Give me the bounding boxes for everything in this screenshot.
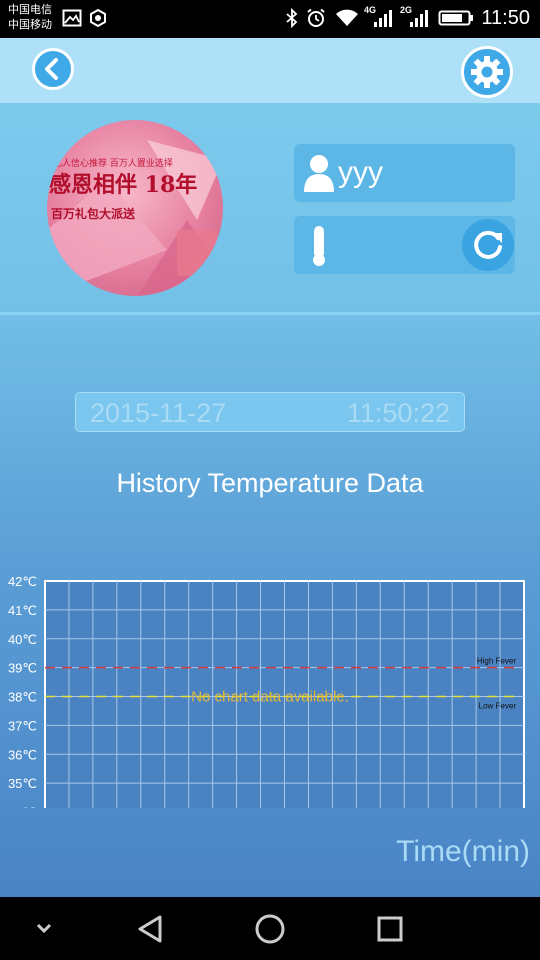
navigation-bar <box>0 897 540 960</box>
settings-button[interactable] <box>461 46 513 98</box>
signal-icon-1 <box>372 8 394 28</box>
home-circle-icon[interactable] <box>255 914 285 944</box>
y-tick-label: 34℃ <box>8 805 37 808</box>
banner-line-3: 百万礼包大派送 <box>51 206 136 221</box>
status-time: 11:50 <box>481 7 530 29</box>
banner-line-1: 亿人信心推荐 百万人置业选择 <box>53 157 173 169</box>
refresh-icon <box>474 230 502 259</box>
chart-svg: 42℃41℃40℃39℃38℃37℃36℃35℃34℃11:5011:5111:… <box>8 574 525 837</box>
banner-line-2: 感恩相伴 18年 <box>49 172 197 198</box>
y-tick-label: 35℃ <box>8 776 37 791</box>
chevron-down-icon[interactable] <box>36 923 52 934</box>
y-tick-label: 38℃ <box>8 690 37 705</box>
avatar[interactable]: 亿人信心推荐 百万人置业选择 感恩相伴 18年 百万礼包大派送 <box>47 120 223 296</box>
signal-icon-2 <box>408 8 430 28</box>
bluetooth-icon <box>282 7 302 29</box>
y-tick-label: 42℃ <box>8 574 37 589</box>
app-screen: 亿人信心推荐 百万人置业选择 感恩相伴 18年 百万礼包大派送 yyy 2015… <box>0 38 540 897</box>
date-value: 2015-11-27 <box>90 398 227 428</box>
y-tick-label: 40℃ <box>8 632 37 647</box>
limit-line-label: High Fever <box>477 657 516 666</box>
time-value: 11:50:22 <box>346 398 450 428</box>
alarm-icon <box>306 8 326 28</box>
user-name-value: yyy <box>338 156 383 189</box>
empty-chart-message: No chart data available. <box>191 689 349 706</box>
carrier-labels: 中国电信 中国移动 <box>8 2 52 32</box>
top-bar <box>0 38 540 103</box>
refresh-button[interactable] <box>462 219 514 271</box>
chevron-left-icon <box>45 58 58 80</box>
back-button[interactable] <box>32 48 74 90</box>
image-icon <box>62 8 82 28</box>
section-divider <box>0 312 540 315</box>
user-name-field[interactable]: yyy <box>294 144 515 202</box>
recents-square-icon[interactable] <box>377 916 403 942</box>
limit-line-label: Low Fever <box>479 702 517 711</box>
datetime-display: 2015-11-27 11:50:22 <box>75 392 465 432</box>
x-axis-title: Time(min) <box>396 835 530 868</box>
shield-app-icon <box>88 8 108 28</box>
y-tick-label: 36℃ <box>8 747 37 762</box>
status-bar: 中国电信 中国移动 4G 2G 11:50 <box>0 0 540 38</box>
chart-title: History Temperature Data <box>116 468 424 498</box>
carrier-2: 中国移动 <box>8 18 52 31</box>
person-icon <box>304 155 334 192</box>
gear-icon <box>471 56 503 88</box>
y-tick-label: 41℃ <box>8 603 37 618</box>
thermometer-icon <box>313 226 325 266</box>
carrier-1: 中国电信 <box>8 3 52 16</box>
wifi-icon <box>334 8 360 28</box>
y-tick-label: 37℃ <box>8 718 37 733</box>
back-triangle-icon[interactable] <box>138 915 162 943</box>
temperature-field <box>294 216 515 274</box>
temperature-chart: 42℃41℃40℃39℃38℃37℃36℃35℃34℃11:5011:5111:… <box>0 528 540 837</box>
battery-icon <box>438 8 474 28</box>
y-tick-label: 39℃ <box>8 661 37 676</box>
